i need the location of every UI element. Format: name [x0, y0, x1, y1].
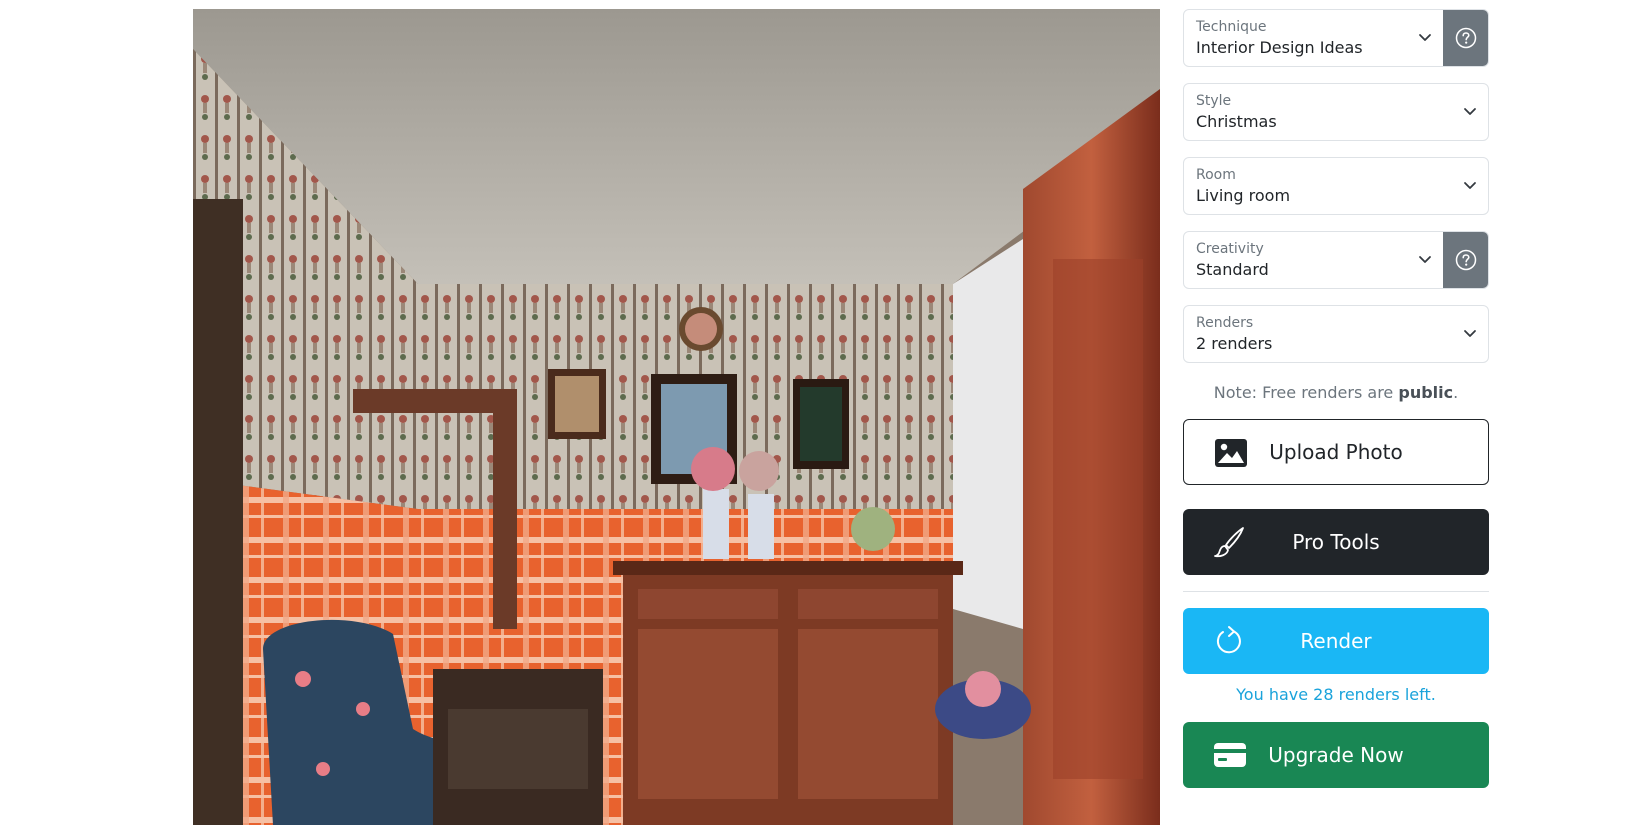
- image-icon: [1215, 439, 1247, 467]
- room-photo: [193, 9, 1160, 825]
- upgrade-now-button[interactable]: Upgrade Now: [1183, 722, 1489, 788]
- render-button[interactable]: Render: [1183, 608, 1489, 674]
- chevron-down-icon: [1419, 256, 1431, 263]
- renders-left-text: You have 28 renders left.: [1236, 685, 1436, 704]
- note-prefix: Note: Free renders are: [1213, 383, 1399, 402]
- room-select[interactable]: Room Living room: [1183, 157, 1489, 215]
- settings-panel: Technique Interior Design Ideas Style Ch…: [1183, 9, 1489, 788]
- renders-value: 2 renders: [1196, 334, 1273, 353]
- creativity-label: Creativity: [1196, 241, 1264, 257]
- public-renders-note: Note: Free renders are public.: [1183, 379, 1489, 419]
- chevron-down-icon: [1464, 108, 1476, 115]
- upload-photo-button[interactable]: Upload Photo: [1183, 419, 1489, 485]
- pro-tools-button[interactable]: Pro Tools: [1183, 509, 1489, 575]
- credit-card-icon: [1214, 743, 1246, 767]
- room-photo-image: [193, 9, 1160, 825]
- refresh-icon: [1216, 626, 1241, 654]
- renders-select[interactable]: Renders 2 renders: [1183, 305, 1489, 363]
- note-suffix: .: [1453, 383, 1459, 402]
- renders-label: Renders: [1196, 315, 1254, 331]
- render-label: Render: [1300, 629, 1372, 653]
- style-value: Christmas: [1196, 112, 1277, 131]
- creativity-select[interactable]: Creativity Standard: [1183, 231, 1489, 289]
- upload-photo-label: Upload Photo: [1269, 440, 1403, 464]
- technique-label: Technique: [1196, 19, 1267, 35]
- creativity-help-button[interactable]: [1443, 232, 1488, 288]
- room-label: Room: [1196, 167, 1236, 183]
- chevron-down-icon: [1464, 330, 1476, 337]
- chevron-down-icon: [1419, 34, 1431, 41]
- divider: [1183, 591, 1489, 592]
- question-circle-icon: [1455, 249, 1476, 271]
- chevron-down-icon: [1464, 182, 1476, 189]
- upgrade-now-label: Upgrade Now: [1268, 743, 1404, 767]
- style-label: Style: [1196, 93, 1232, 109]
- technique-value: Interior Design Ideas: [1196, 38, 1363, 57]
- technique-help-button[interactable]: [1443, 10, 1488, 66]
- brush-icon: [1214, 527, 1244, 558]
- creativity-value: Standard: [1196, 260, 1269, 279]
- room-value: Living room: [1196, 186, 1291, 205]
- style-select[interactable]: Style Christmas: [1183, 83, 1489, 141]
- technique-select[interactable]: Technique Interior Design Ideas: [1183, 9, 1489, 67]
- note-emphasis: public: [1398, 383, 1454, 402]
- pro-tools-label: Pro Tools: [1292, 530, 1380, 554]
- question-circle-icon: [1455, 27, 1476, 49]
